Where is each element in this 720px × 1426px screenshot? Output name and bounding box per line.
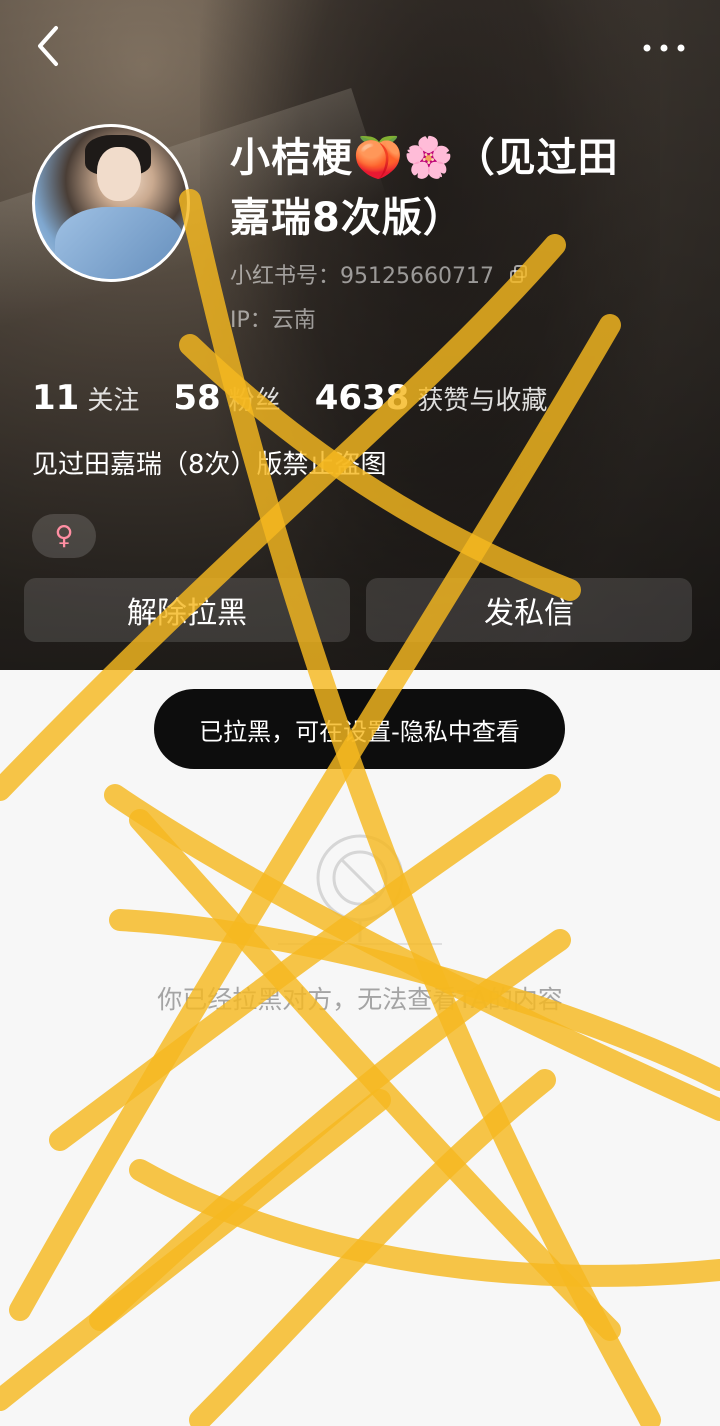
toast: 已拉黑，可在设置-隐私中查看	[154, 689, 565, 769]
account-id-label: 小红书号：	[230, 264, 341, 289]
cover-overlay	[0, 0, 720, 670]
account-id-row: 小红书号：95125660717	[230, 258, 529, 290]
more-icon	[643, 44, 685, 52]
message-button[interactable]: 发私信	[366, 578, 692, 642]
unblock-button[interactable]: 解除拉黑	[24, 578, 350, 642]
stat-following-label: 关注	[87, 386, 140, 416]
back-button[interactable]	[26, 24, 70, 68]
stat-following[interactable]: 11 关注	[32, 378, 139, 418]
copy-icon[interactable]	[509, 264, 529, 290]
profile-header: 小桔梗🍑🌸（见过田嘉瑞8次版） 小红书号：95125660717 IP：云南 1…	[0, 0, 720, 670]
gender-badge: ♀	[32, 514, 96, 558]
ip-label: IP：	[230, 308, 272, 333]
stat-following-count: 11	[32, 378, 80, 418]
female-icon: ♀	[54, 521, 74, 551]
more-button[interactable]	[636, 30, 692, 66]
empty-state-text: 你已经拉黑对方，无法查看TA的内容	[157, 985, 563, 1014]
profile-name: 小桔梗🍑🌸（见过田嘉瑞8次版）	[230, 135, 619, 241]
stat-likes-count: 4638	[314, 378, 410, 418]
profile-bio: 见过田嘉瑞（8次）版禁止盗图	[32, 450, 387, 480]
back-icon	[38, 26, 58, 66]
stat-followers-label: 粉丝	[228, 386, 281, 416]
ip-row: IP：云南	[230, 302, 316, 334]
stats-row: 11 关注 58 粉丝 4638 获赞与收藏	[32, 378, 581, 418]
avatar[interactable]	[32, 124, 190, 282]
stat-likes[interactable]: 4638 获赞与收藏	[315, 378, 548, 418]
account-id: 95125660717	[340, 264, 494, 289]
blocked-icon	[270, 830, 450, 960]
stat-followers[interactable]: 58 粉丝	[173, 378, 280, 418]
stat-likes-label: 获赞与收藏	[417, 386, 548, 416]
stat-followers-count: 58	[173, 378, 221, 418]
ip-value: 云南	[271, 308, 316, 333]
